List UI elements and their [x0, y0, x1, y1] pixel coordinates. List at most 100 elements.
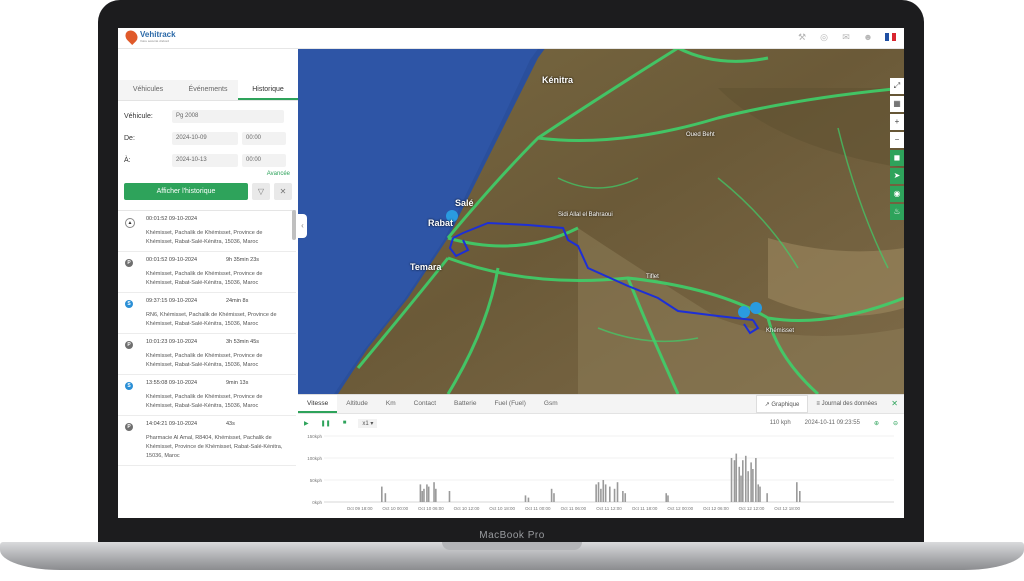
speed-chart[interactable]: 150kph 100kph 50kph 0kph Oct 09 18:00 Oct 10 …	[298, 432, 904, 518]
speed-bar	[423, 488, 425, 502]
speed-bar	[742, 460, 744, 502]
x-tick-label: Oct 11 00:00	[525, 506, 551, 511]
device-brand: MacBook Pro	[479, 530, 545, 541]
map-toolbar: ⤢ ▦ + − ◼ ➤ ◉ ♨	[890, 78, 904, 220]
event-duration: 24min 8s	[226, 298, 249, 304]
vehicle-select[interactable]: Pg 2008	[172, 109, 284, 123]
zoom-in-icon[interactable]: ⊕	[874, 420, 879, 427]
x-tick-label: Oct 12 06:00	[703, 506, 729, 511]
to-time-select[interactable]: 00:00	[242, 153, 286, 167]
road-icon[interactable]: ◼	[890, 150, 904, 166]
tab-events[interactable]: Événements	[178, 80, 238, 100]
laptop-notch	[442, 542, 582, 550]
play-icon[interactable]: ▶	[304, 420, 309, 427]
tab-graph[interactable]: ↗ Graphique	[755, 395, 809, 413]
speed-bar	[602, 480, 605, 502]
event-time: 14:04:21 09-10-2024	[146, 421, 198, 427]
logo-tagline: Votre sécurité d'abord	[140, 38, 170, 43]
fullscreen-icon[interactable]: ⤢	[890, 78, 904, 94]
list-item[interactable]: P 14:04:21 09-10-2024 43s Pharmacie Al Amal…	[118, 416, 296, 466]
list-item[interactable]: S 13:55:08 09-10-2024 9min 13s Khémisset, P…	[118, 375, 296, 416]
tab-battery[interactable]: Batterie	[445, 395, 485, 413]
globe-icon[interactable]: ◎	[819, 32, 829, 42]
list-item[interactable]: ▲ 00:01:52 09-10-2024 Khémisset, Pachalik …	[118, 211, 296, 252]
speed-bar	[433, 482, 435, 502]
from-date-input[interactable]: 2024-10-09	[172, 131, 238, 145]
tab-fuel[interactable]: Fuel (Fuel)	[485, 395, 534, 413]
pause-icon[interactable]: ❚❚	[321, 420, 331, 427]
list-item[interactable]: P 00:01:52 09-10-2024 9h 35min 23s Khémisse…	[118, 252, 296, 293]
language-flag[interactable]	[885, 33, 897, 41]
map-label: Kénitra	[542, 75, 574, 85]
close-icon[interactable]: ✕	[885, 395, 904, 413]
bell-icon[interactable]: ♨	[890, 204, 904, 220]
app-logo[interactable]: Vehitrack Votre sécurité d'abord	[123, 28, 176, 45]
stop-icon[interactable]: ■	[343, 420, 347, 426]
speed-bar	[600, 488, 602, 502]
speed-bar	[426, 484, 428, 502]
speed-bar	[527, 497, 530, 502]
journal-tab-label: Journal des données	[821, 401, 878, 407]
from-time-select[interactable]: 00:00	[242, 131, 286, 145]
layers-icon[interactable]: ▦	[890, 96, 904, 112]
chart-tabs: Vitesse Altitude Km Contact Batterie Fue…	[298, 395, 904, 414]
tab-data-log[interactable]: ≡ Journal des données	[808, 395, 885, 413]
list-item[interactable]: P 10:01:23 09-10-2024 3h 53min 45s Khémisse…	[118, 334, 296, 375]
speed-bar	[381, 486, 383, 502]
playback-speed-select[interactable]: x1 ▾	[358, 418, 378, 428]
x-tick-label: Oct 09 18:00	[347, 506, 373, 511]
collapse-panel-button[interactable]: ‹	[298, 214, 307, 238]
speed-bar	[735, 453, 738, 502]
user-icon[interactable]: ☻	[863, 32, 873, 42]
speed-bar	[427, 486, 430, 502]
advanced-link[interactable]: Avancée	[118, 171, 298, 183]
filter-button[interactable]: ▽	[252, 183, 270, 200]
x-tick-label: Oct 10 06:00	[418, 506, 444, 511]
x-tick-label: Oct 10 00:00	[382, 506, 408, 511]
list-item[interactable]: S 09:37:15 09-10-2024 24min 8s RN6, Khémiss…	[118, 293, 296, 334]
chevron-left-icon: ‹	[301, 221, 304, 230]
speed-bar	[750, 462, 752, 502]
y-tick-label: 150kph	[307, 434, 322, 439]
tab-history[interactable]: Historique	[238, 80, 298, 100]
chat-icon[interactable]: ✉	[841, 32, 851, 42]
speed-bar	[624, 493, 627, 502]
to-date-input[interactable]: 2024-10-13	[172, 153, 238, 167]
event-time: 00:01:52 09-10-2024	[146, 257, 198, 263]
navigate-icon[interactable]: ➤	[890, 168, 904, 184]
top-bar: Vehitrack Votre sécurité d'abord ⚒ ◎ ✉ ☻	[118, 28, 904, 49]
tab-km[interactable]: Km	[377, 395, 405, 413]
tab-altitude[interactable]: Altitude	[337, 395, 377, 413]
graph-tab-label: Graphique	[771, 402, 800, 408]
zoom-out-icon[interactable]: ⊖	[893, 420, 898, 427]
y-tick-label: 100kph	[307, 456, 322, 461]
compass-icon[interactable]: ◉	[890, 186, 904, 202]
map-view[interactable]: Kénitra Salé Rabat Temara Khémisset Tifl…	[298, 28, 904, 394]
current-time: 2024-10-11 09:23:55	[804, 419, 860, 426]
tab-contact[interactable]: Contact	[405, 395, 445, 413]
wrench-icon[interactable]: ⚒	[797, 32, 807, 42]
map-label: Khémisset	[766, 328, 795, 334]
app-screen: Vehitrack Votre sécurité d'abord ⚒ ◎ ✉ ☻	[118, 28, 904, 518]
speed-bar	[616, 482, 619, 502]
zoom-in-icon[interactable]: +	[890, 114, 904, 130]
from-label: De:	[124, 134, 135, 142]
tab-gsm[interactable]: Gsm	[535, 395, 567, 413]
clear-button[interactable]: ✕	[274, 183, 292, 200]
speed-bar	[595, 484, 597, 502]
event-address: RN6, Khémisset, Pachalik de Khémisset, P…	[146, 312, 277, 327]
event-list-scrollbar[interactable]	[292, 210, 296, 240]
map-label: Rabat	[428, 218, 454, 228]
zoom-out-icon[interactable]: −	[890, 132, 904, 148]
tab-speed[interactable]: Vitesse	[298, 395, 338, 413]
tab-vehicles[interactable]: Véhicules	[118, 80, 178, 100]
x-tick-label: Oct 11 06:00	[561, 506, 587, 511]
speed-bar	[448, 491, 451, 502]
vehicle-label: Véhicule:	[124, 112, 153, 120]
speed-bar	[799, 491, 801, 502]
speed-bar	[752, 469, 754, 502]
x-tick-label: Oct 12 00:00	[667, 506, 693, 511]
show-history-button[interactable]: Afficher l'historique	[124, 183, 248, 200]
logo-name: Vehitrack	[140, 29, 176, 39]
speed-bar	[757, 484, 760, 502]
